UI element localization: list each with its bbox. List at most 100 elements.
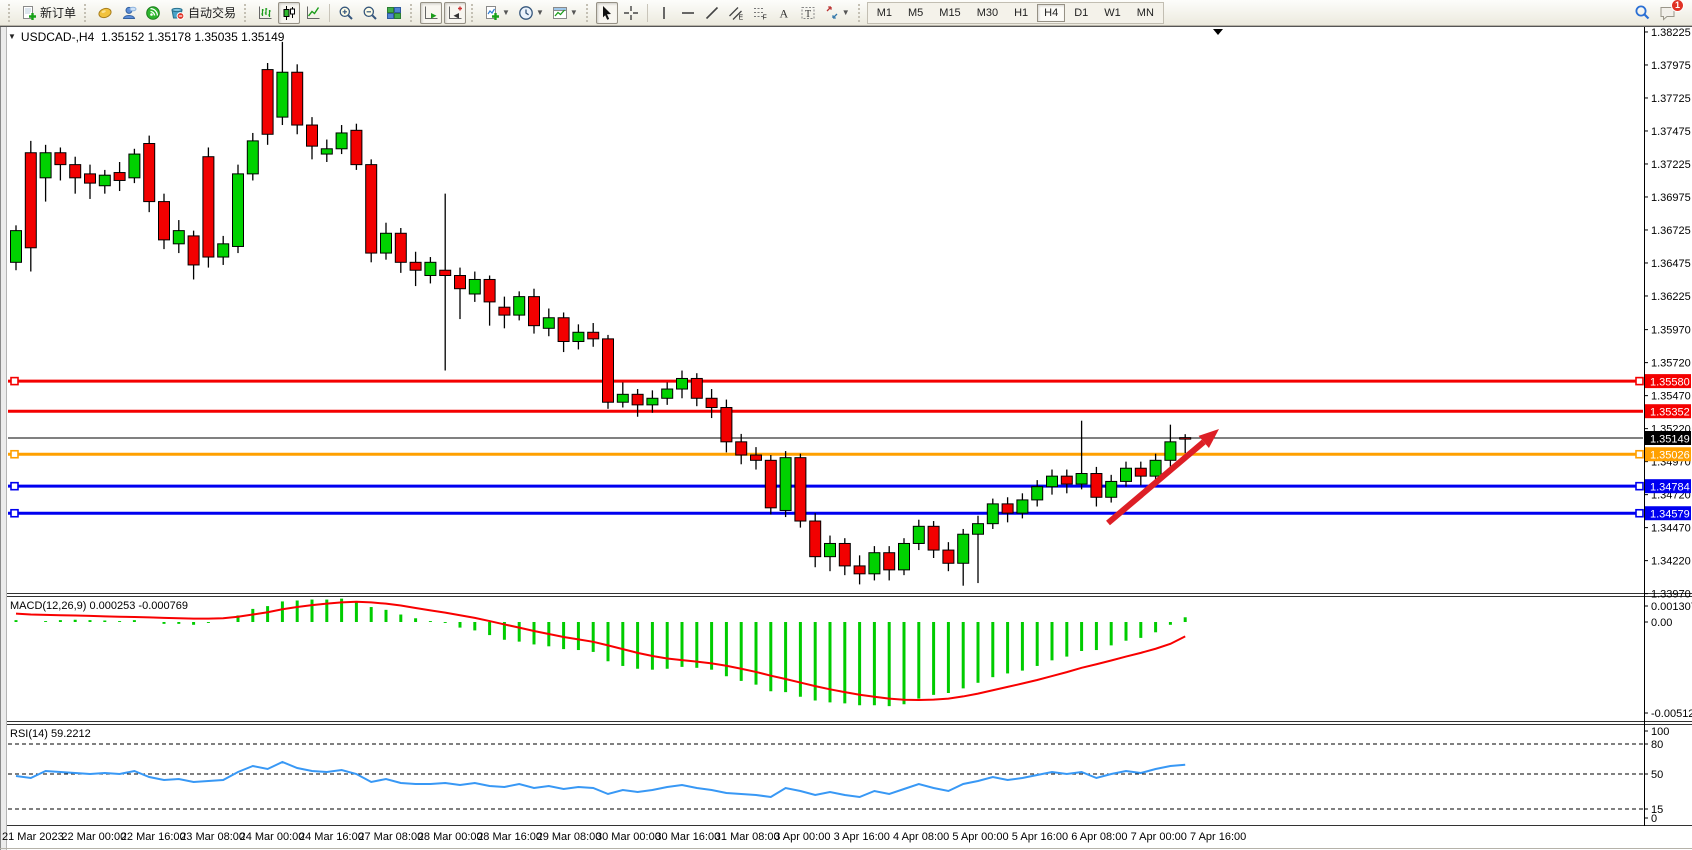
price-tick-label: 1.37475 <box>1651 126 1691 138</box>
clock-icon <box>518 5 534 21</box>
chart-symbol: USDCAD-,H4 <box>21 30 94 44</box>
bar-chart-button[interactable] <box>254 2 276 24</box>
notifications-button[interactable]: 1 <box>1656 2 1680 24</box>
autotrade-icon <box>169 5 185 21</box>
price-tick-label: 1.34470 <box>1651 523 1691 535</box>
market-depth-button[interactable] <box>94 2 116 24</box>
chart-shift-button[interactable] <box>444 2 466 24</box>
new-order-button[interactable]: 新订单 <box>18 2 79 24</box>
toolbar-grip <box>471 4 476 22</box>
auto-scroll-button[interactable] <box>420 2 442 24</box>
text-label-button[interactable]: T <box>797 2 819 24</box>
toolbar-grip <box>410 4 415 22</box>
timeframe-m5[interactable]: M5 <box>901 4 930 22</box>
price-tick-label: 1.37725 <box>1651 93 1691 105</box>
price-chart[interactable]: 1.382251.379751.377251.374751.372251.369… <box>0 26 1692 850</box>
time-axis-label: 31 Mar 08:00 <box>715 831 780 843</box>
indicators-icon <box>484 5 500 21</box>
toolbar-separator <box>647 4 648 22</box>
search-button[interactable] <box>1631 2 1654 24</box>
time-axis-label: 4 Apr 08:00 <box>893 831 949 843</box>
text-label-icon: T <box>800 5 816 21</box>
template-icon <box>552 5 568 21</box>
price-tick-label: 1.36225 <box>1651 291 1691 303</box>
cursor-arrow-icon <box>599 5 615 21</box>
vertical-line-icon <box>656 5 672 21</box>
time-axis-label: 7 Apr 00:00 <box>1131 831 1187 843</box>
arrows-shapes-button[interactable]: ▼ <box>821 2 853 24</box>
zoom-out-button[interactable] <box>359 2 381 24</box>
price-line-axis-label: 1.34784 <box>1650 482 1690 494</box>
community-button[interactable] <box>118 2 140 24</box>
zoom-in-button[interactable] <box>335 2 357 24</box>
timeframe-w1[interactable]: W1 <box>1097 4 1128 22</box>
time-axis-label: 23 Mar 08:00 <box>180 831 245 843</box>
timeframe-group: M1M5M15M30H1H4D1W1MN <box>867 2 1164 24</box>
chevron-down-icon: ▼ <box>536 8 544 17</box>
timeframe-m1[interactable]: M1 <box>870 4 899 22</box>
macd-axis-label: 0.001307 <box>1651 601 1692 613</box>
price-tick-label: 1.38225 <box>1651 27 1691 39</box>
time-axis-label: 3 Apr 16:00 <box>834 831 890 843</box>
fibonacci-button[interactable]: F <box>749 2 771 24</box>
zoom-out-icon <box>362 5 378 21</box>
indicators-button[interactable]: ▼ <box>481 2 513 24</box>
time-axis-label: 3 Apr 00:00 <box>774 831 830 843</box>
timeframe-m30[interactable]: M30 <box>970 4 1005 22</box>
timeframe-h4[interactable]: H4 <box>1037 4 1065 22</box>
chevron-down-icon: ▼ <box>570 8 578 17</box>
tile-windows-button[interactable] <box>383 2 405 24</box>
cursor-button[interactable] <box>596 2 618 24</box>
rsi-axis-label: 100 <box>1651 726 1669 738</box>
channel-icon: E <box>728 5 744 21</box>
price-line-axis-label: 1.35352 <box>1650 407 1690 419</box>
bar-chart-icon <box>257 5 273 21</box>
time-axis-label: 6 Apr 08:00 <box>1071 831 1127 843</box>
trendline-button[interactable] <box>701 2 723 24</box>
vertical-line-button[interactable] <box>653 2 675 24</box>
price-line-axis-label: 1.35026 <box>1650 450 1690 462</box>
fibonacci-icon: F <box>752 5 768 21</box>
autotrade-button[interactable]: 自动交易 <box>166 2 239 24</box>
price-tick-label: 1.34220 <box>1651 556 1691 568</box>
time-axis-label: 30 Mar 00:00 <box>596 831 661 843</box>
zoom-in-icon <box>338 5 354 21</box>
time-axis-label: 22 Mar 00:00 <box>61 831 126 843</box>
chevron-down-icon: ▼ <box>842 8 850 17</box>
time-axis-label: 30 Mar 16:00 <box>655 831 720 843</box>
timeframe-d1[interactable]: D1 <box>1067 4 1095 22</box>
rsi-indicator-label: RSI(14) 59.2212 <box>10 728 91 740</box>
macd-axis-label: -0.005123 <box>1651 708 1692 720</box>
time-axis-label: 22 Mar 16:00 <box>121 831 186 843</box>
template-button[interactable]: ▼ <box>549 2 581 24</box>
horizontal-line-button[interactable] <box>677 2 699 24</box>
macd-axis-label: 0.00 <box>1651 617 1672 629</box>
price-tick-label: 1.36475 <box>1651 258 1691 270</box>
chart-shift-icon <box>447 5 463 21</box>
period-clock-button[interactable]: ▼ <box>515 2 547 24</box>
arrows-shapes-icon <box>824 5 840 21</box>
timeframe-mn[interactable]: MN <box>1130 4 1161 22</box>
chart-title: ▼USDCAD-,H4 1.35152 1.35178 1.35035 1.35… <box>8 30 284 44</box>
signals-icon <box>145 5 161 21</box>
one-click-trading-arrow-icon[interactable]: ▼ <box>8 32 16 41</box>
timeframe-m15[interactable]: M15 <box>932 4 967 22</box>
text-button[interactable]: A <box>773 2 795 24</box>
price-tick-label: 1.35470 <box>1651 391 1691 403</box>
price-tick-label: 1.33970 <box>1651 589 1691 601</box>
time-axis-label: 24 Mar 16:00 <box>299 831 364 843</box>
new-order-icon <box>21 5 37 21</box>
equidistant-channel-button[interactable]: E <box>725 2 747 24</box>
autotrade-label: 自动交易 <box>188 4 236 21</box>
timeframe-h1[interactable]: H1 <box>1007 4 1035 22</box>
crosshair-icon <box>623 5 639 21</box>
crosshair-button[interactable] <box>620 2 642 24</box>
line-chart-button[interactable] <box>302 2 324 24</box>
svg-text:E: E <box>738 14 743 21</box>
signals-button[interactable] <box>142 2 164 24</box>
svg-text:T: T <box>805 9 811 20</box>
price-line-axis-label: 1.35149 <box>1650 434 1690 446</box>
candlestick-chart-button[interactable] <box>278 2 300 24</box>
svg-text:A: A <box>779 6 788 20</box>
toolbar-grip <box>586 4 591 22</box>
